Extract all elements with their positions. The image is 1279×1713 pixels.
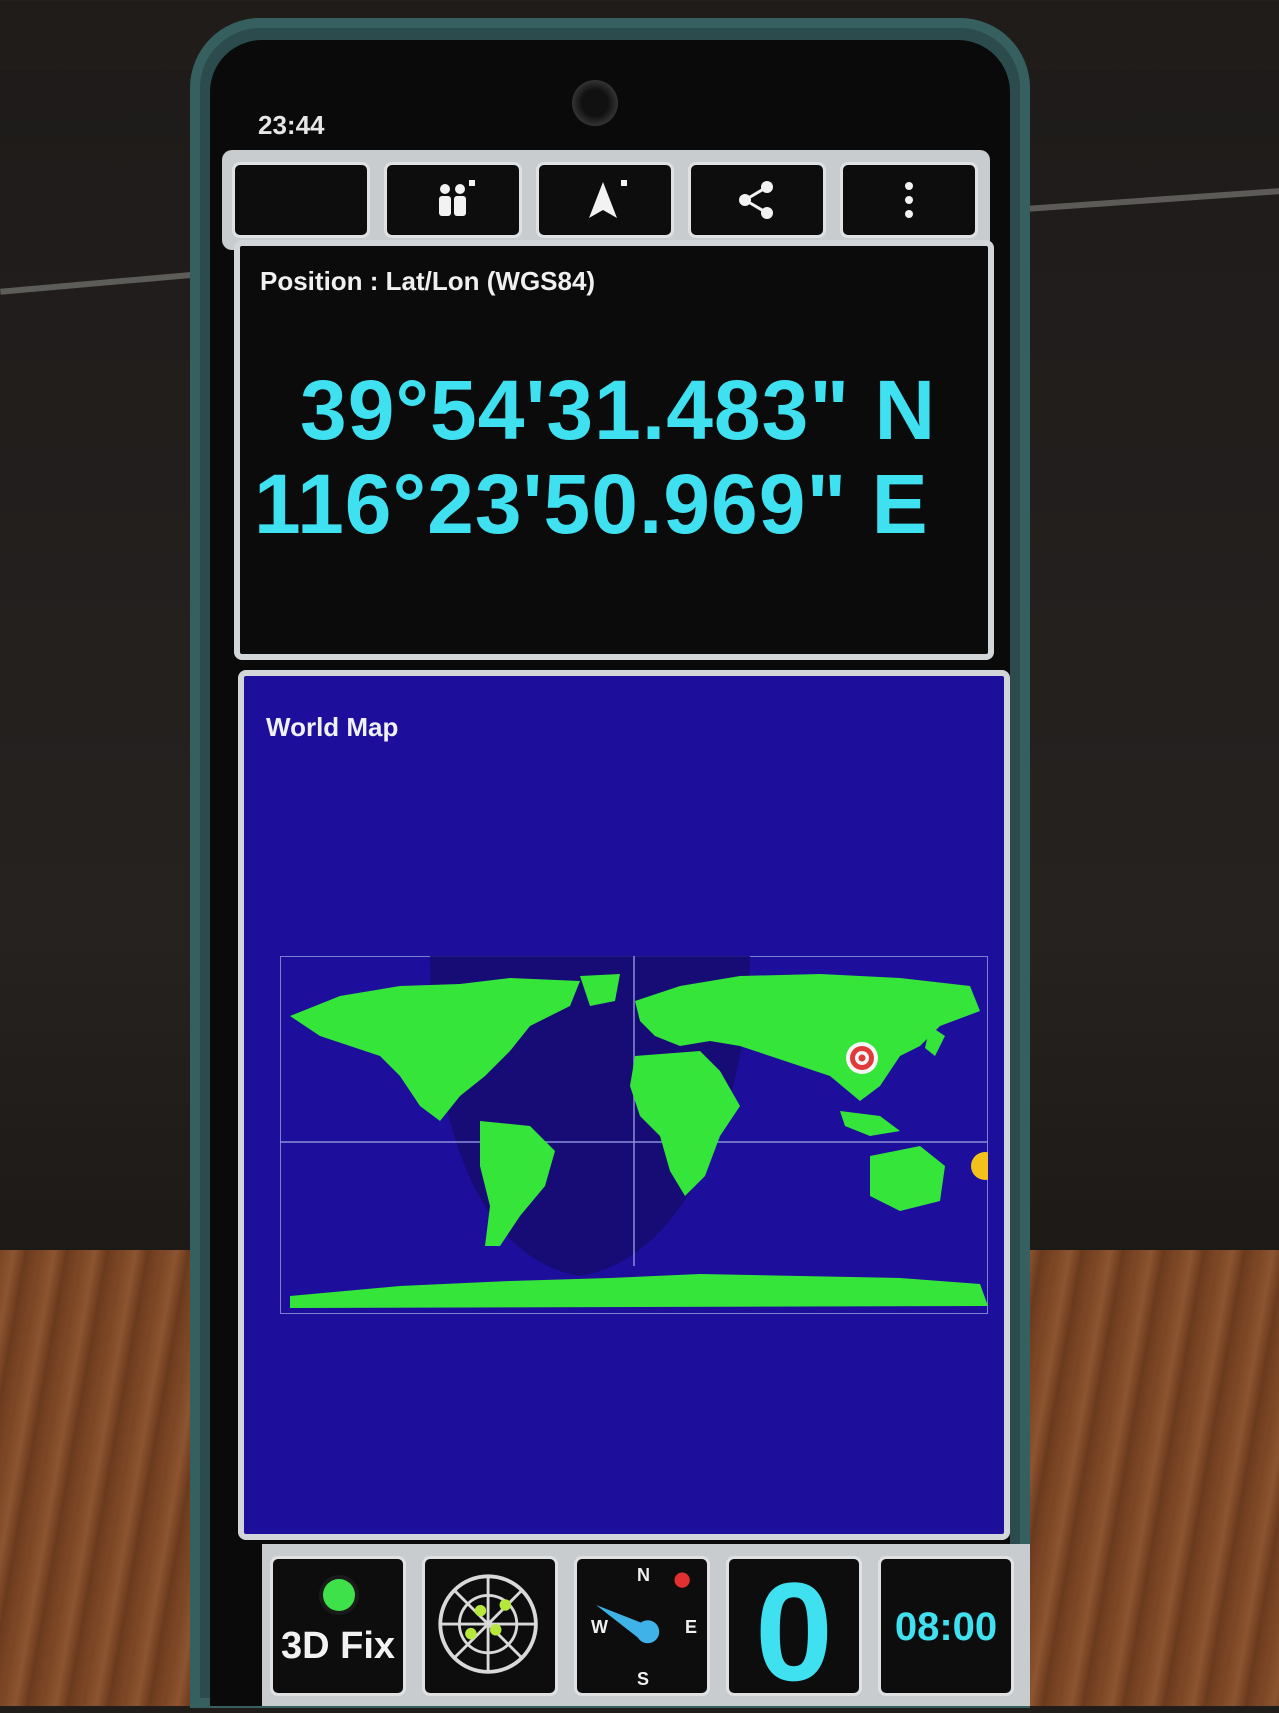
night-mode-button[interactable] — [232, 162, 370, 238]
longitude-value: 116°23'50.969" E — [254, 457, 929, 551]
gps-time: 08:00 — [894, 1605, 998, 1649]
status-time: 23:44 — [258, 110, 325, 140]
latitude-value: 39°54'31.483" N — [300, 363, 937, 457]
world-map[interactable] — [280, 956, 988, 1314]
radar-icon — [438, 1574, 538, 1674]
more-vertical-icon — [905, 182, 913, 218]
navigation-button[interactable] — [536, 162, 674, 238]
fix-status-button[interactable]: 3D Fix — [270, 1556, 406, 1696]
fix-status-label: 3D Fix — [280, 1625, 396, 1667]
share-button[interactable] — [688, 162, 826, 238]
position-title: Position : Lat/Lon (WGS84) — [260, 266, 596, 296]
position-panel[interactable]: Position : Lat/Lon (WGS84) 39°54'31.483"… — [234, 240, 994, 660]
satellites-count: 0 — [755, 1553, 833, 1710]
sky-view-button[interactable] — [422, 1556, 558, 1696]
share-location-button[interactable] — [384, 162, 522, 238]
world-map-title: World Map — [266, 712, 399, 742]
share-icon — [739, 181, 773, 219]
people-icon — [439, 180, 475, 216]
compass-needle-icon — [596, 1572, 690, 1644]
bottom-toolbar: 3D Fix N S W E 0 08:00 — [262, 1544, 1030, 1710]
world-map-panel[interactable]: World Map — [238, 670, 1010, 1540]
more-button[interactable] — [840, 162, 978, 238]
current-location-marker[interactable] — [846, 1042, 878, 1074]
top-toolbar — [222, 150, 990, 250]
moon-icon — [291, 184, 307, 216]
navigation-arrow-icon — [589, 180, 627, 218]
fix-indicator — [323, 1579, 355, 1611]
satellites-in-use-button[interactable]: 0 — [726, 1553, 862, 1710]
time-button[interactable]: 08:00 — [878, 1556, 1014, 1696]
front-camera — [572, 80, 618, 126]
compass-button[interactable]: N S W E — [574, 1556, 710, 1696]
